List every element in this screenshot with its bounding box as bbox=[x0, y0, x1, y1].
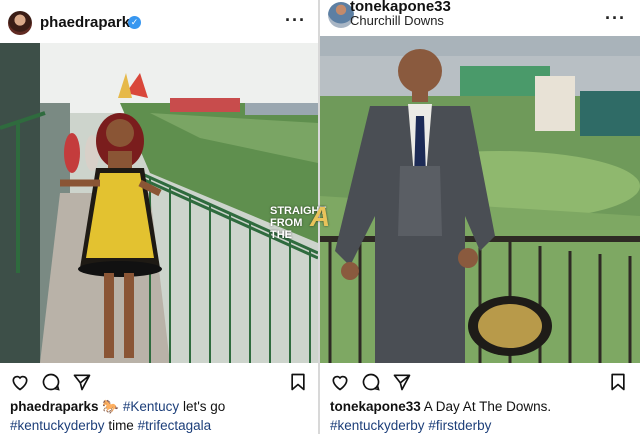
post-caption: phaedraparks 🐎 #Kentucy let's go #kentuc… bbox=[10, 397, 315, 434]
bookmark-icon[interactable] bbox=[608, 372, 628, 392]
hashtag-link[interactable]: #trifectagala bbox=[138, 418, 212, 433]
comment-icon[interactable] bbox=[361, 372, 381, 392]
post-caption: tonekapone33 A Day At The Downs. #kentuc… bbox=[330, 397, 635, 434]
more-options-icon[interactable]: ··· bbox=[605, 8, 626, 29]
share-icon[interactable] bbox=[72, 372, 92, 392]
caption-text: let's go bbox=[179, 399, 226, 414]
hashtag-link[interactable]: #firstderby bbox=[428, 418, 491, 433]
post-header: tonekapone33 Churchill Downs ··· bbox=[320, 0, 640, 36]
straight-from-the-a-watermark: STRAIGHT FROM THE A bbox=[270, 201, 370, 242]
caption-text: A Day At The Downs. bbox=[420, 399, 552, 414]
like-heart-icon[interactable] bbox=[10, 372, 30, 392]
share-icon[interactable] bbox=[392, 372, 412, 392]
post-actions bbox=[0, 372, 320, 394]
caption-username[interactable]: phaedraparks bbox=[10, 399, 99, 414]
post-photo[interactable] bbox=[0, 43, 318, 363]
photo-image bbox=[0, 43, 318, 363]
more-options-icon[interactable]: ··· bbox=[285, 10, 306, 31]
verified-badge-icon: ✓ bbox=[128, 16, 141, 29]
hashtag-link[interactable]: #kentuckyderby bbox=[10, 418, 105, 433]
caption-username[interactable]: tonekapone33 bbox=[330, 399, 421, 414]
watermark-logo-letter: A bbox=[310, 201, 331, 232]
bookmark-icon[interactable] bbox=[288, 372, 308, 392]
post-header: phaedraparks ✓ ··· bbox=[0, 0, 320, 36]
caption-text: time bbox=[104, 418, 138, 433]
comment-icon[interactable] bbox=[41, 372, 61, 392]
post-actions bbox=[320, 372, 640, 394]
post-photo[interactable] bbox=[320, 36, 640, 363]
like-heart-icon[interactable] bbox=[330, 372, 350, 392]
photo-image bbox=[320, 36, 640, 363]
username[interactable]: phaedraparks bbox=[40, 14, 138, 31]
avatar[interactable] bbox=[8, 11, 32, 35]
location-label[interactable]: Churchill Downs bbox=[350, 13, 444, 28]
hashtag-link[interactable]: #Kentucy bbox=[123, 399, 179, 414]
hashtag-link[interactable]: #kentuckyderby bbox=[330, 418, 425, 433]
horse-emoji: 🐎 bbox=[102, 399, 120, 414]
